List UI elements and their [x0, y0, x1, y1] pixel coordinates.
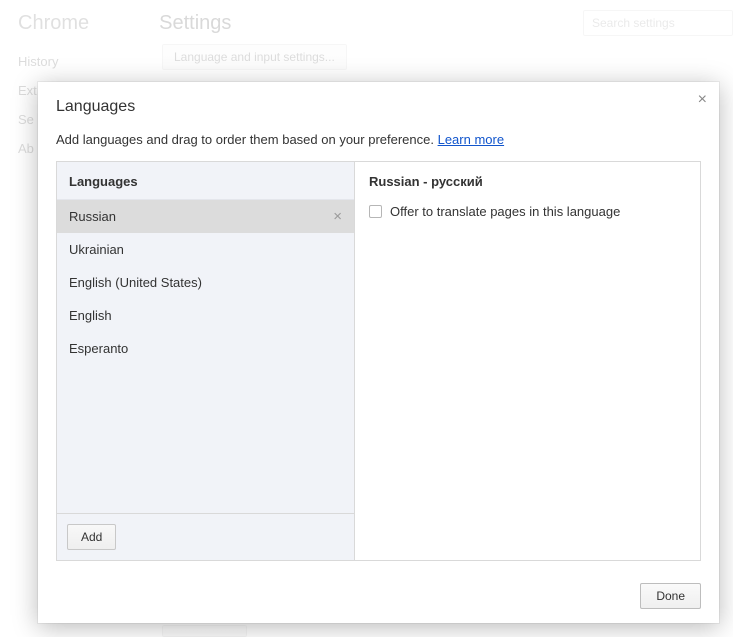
language-item-label: English: [69, 308, 112, 323]
languages-modal: × Languages Add languages and drag to or…: [38, 82, 719, 623]
modal-title: Languages: [56, 98, 701, 116]
modal-subtitle: Add languages and drag to order them bas…: [56, 132, 701, 147]
language-item-russian[interactable]: Russian ×: [57, 200, 354, 233]
language-detail-panel: Russian - русский Offer to translate pag…: [355, 162, 700, 560]
selected-language-header: Russian - русский: [369, 174, 686, 189]
language-item-label: Russian: [69, 209, 116, 224]
remove-language-icon[interactable]: ×: [331, 209, 344, 224]
close-icon[interactable]: ×: [698, 92, 707, 108]
languages-footer: Add: [57, 513, 354, 560]
languages-panel: Languages Russian × Ukrainian English (U…: [57, 162, 355, 560]
offer-translate-label: Offer to translate pages in this languag…: [390, 204, 620, 219]
language-item-label: English (United States): [69, 275, 202, 290]
modal-body: Languages Russian × Ukrainian English (U…: [56, 161, 701, 561]
language-item-english[interactable]: English: [57, 299, 354, 332]
done-button[interactable]: Done: [640, 583, 701, 609]
languages-header: Languages: [57, 162, 354, 200]
language-item-label: Ukrainian: [69, 242, 124, 257]
add-language-button[interactable]: Add: [67, 524, 116, 550]
offer-translate-checkbox[interactable]: [369, 205, 382, 218]
modal-footer: Done: [56, 583, 701, 609]
language-item-english-us[interactable]: English (United States): [57, 266, 354, 299]
learn-more-link[interactable]: Learn more: [438, 132, 504, 147]
offer-translate-row[interactable]: Offer to translate pages in this languag…: [369, 204, 686, 219]
language-item-label: Esperanto: [69, 341, 128, 356]
language-item-esperanto[interactable]: Esperanto: [57, 332, 354, 365]
modal-subtitle-text: Add languages and drag to order them bas…: [56, 132, 438, 147]
language-item-ukrainian[interactable]: Ukrainian: [57, 233, 354, 266]
languages-list: Russian × Ukrainian English (United Stat…: [57, 200, 354, 513]
